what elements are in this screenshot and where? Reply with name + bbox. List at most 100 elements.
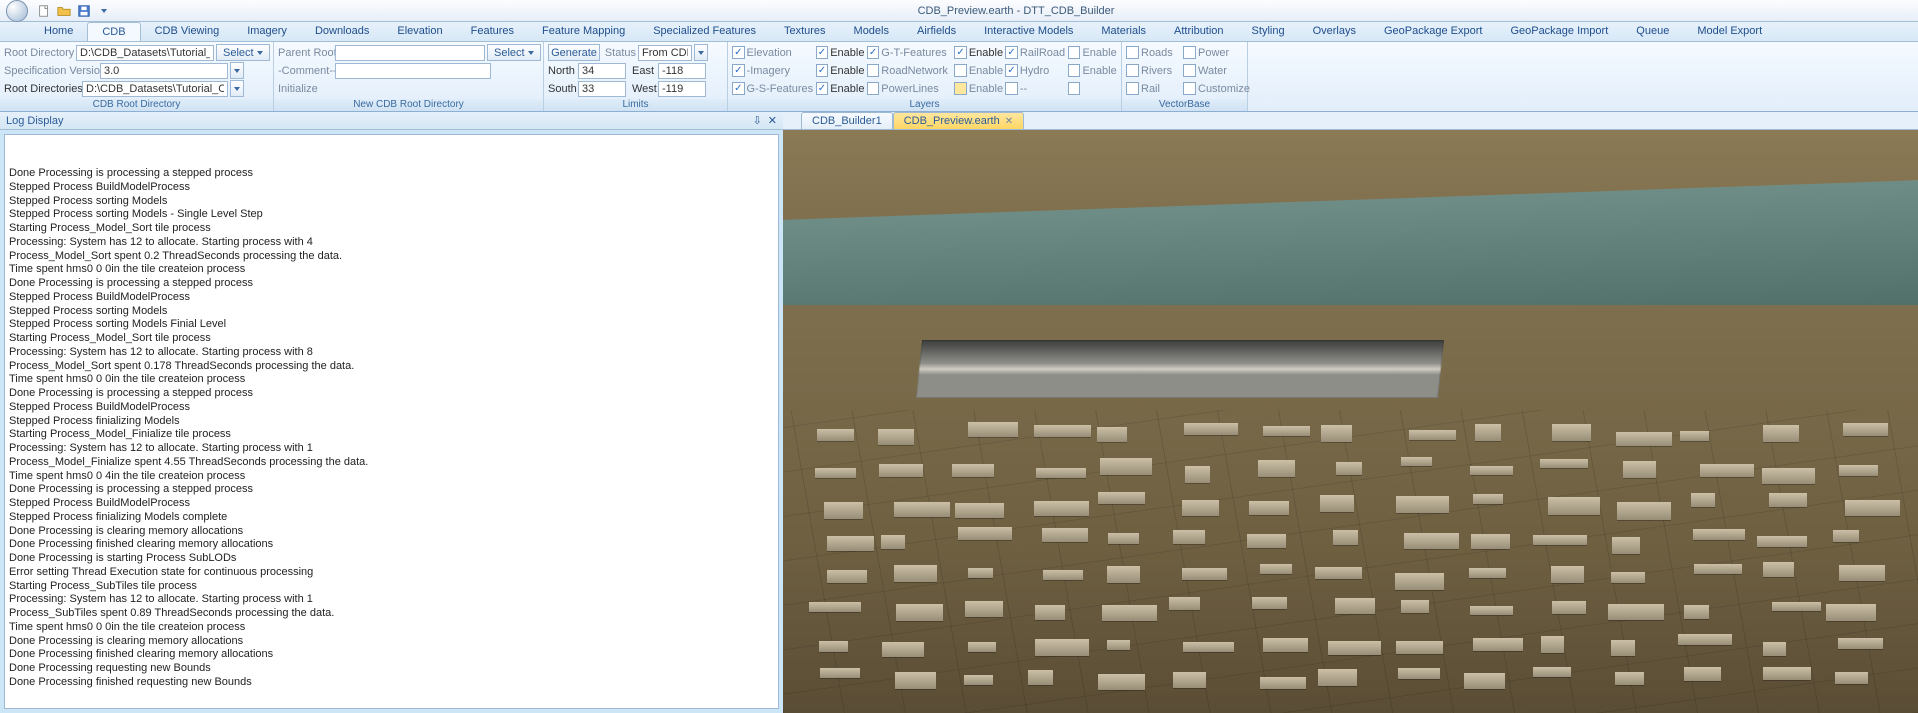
enable-checkbox[interactable] <box>816 82 829 95</box>
enable-checkbox[interactable] <box>816 46 829 59</box>
ribbon-tab-features[interactable]: Features <box>457 22 528 41</box>
west-label: West <box>632 83 656 95</box>
title-bar: CDB_Preview.earth - DTT_CDB_Builder <box>0 0 1918 22</box>
ribbon-tab-home[interactable]: Home <box>30 22 87 41</box>
save-icon[interactable] <box>76 3 92 19</box>
ribbon-tab-styling[interactable]: Styling <box>1238 22 1299 41</box>
layer-checkbox[interactable] <box>732 64 745 77</box>
group-label: CDB Root Directory <box>0 99 273 111</box>
root-directory-input[interactable] <box>76 45 214 61</box>
group-layers: ElevationEnableG-T-FeaturesEnableRailRoa… <box>728 42 1122 111</box>
open-folder-icon[interactable] <box>56 3 72 19</box>
layer-checkbox[interactable] <box>732 82 745 95</box>
initialize-label[interactable]: Initialize <box>278 83 318 95</box>
group-label: New CDB Root Directory <box>274 99 543 111</box>
close-icon[interactable]: ✕ <box>1005 116 1013 127</box>
ribbon-tab-model-export[interactable]: Model Export <box>1683 22 1776 41</box>
doc-tab[interactable]: CDB_Preview.earth✕ <box>893 112 1024 129</box>
chevron-down-icon <box>234 87 240 91</box>
parent-select-button[interactable]: Select <box>487 44 541 61</box>
new-file-icon[interactable] <box>36 3 52 19</box>
ribbon: Root Directory Select Specification Vers… <box>0 42 1918 112</box>
enable-checkbox[interactable] <box>1068 46 1081 59</box>
layer-checkbox[interactable] <box>1005 46 1018 59</box>
layer-checkbox[interactable] <box>867 46 880 59</box>
layer-label: RoadNetwork <box>881 65 952 77</box>
ribbon-tab-materials[interactable]: Materials <box>1087 22 1160 41</box>
enable-label: Enable <box>830 83 865 95</box>
layer-checkbox[interactable] <box>1005 82 1018 95</box>
ribbon-tab-models[interactable]: Models <box>840 22 903 41</box>
vbase-checkbox[interactable] <box>1126 46 1139 59</box>
ribbon-tab-interactive-models[interactable]: Interactive Models <box>970 22 1087 41</box>
parent-root-label: Parent Root <box>278 47 333 59</box>
group-limits: Generate Status North East South West Li… <box>544 42 728 111</box>
ribbon-tab-specialized-features[interactable]: Specialized Features <box>639 22 770 41</box>
generate-button[interactable]: Generate <box>548 44 600 61</box>
chevron-down-icon <box>698 51 704 55</box>
log-panel-title: Log Display <box>6 115 63 127</box>
vbase-checkbox[interactable] <box>1183 46 1196 59</box>
ribbon-tab-elevation[interactable]: Elevation <box>383 22 456 41</box>
vbase-checkbox[interactable] <box>1126 82 1139 95</box>
north-input[interactable] <box>578 63 626 79</box>
qat-dropdown-icon[interactable] <box>96 3 112 19</box>
vbase-checkbox[interactable] <box>1183 64 1196 77</box>
layer-checkbox[interactable] <box>1005 64 1018 77</box>
south-input[interactable] <box>578 81 626 97</box>
enable-checkbox[interactable] <box>1068 64 1081 77</box>
enable-checkbox[interactable] <box>954 46 967 59</box>
ribbon-tab-downloads[interactable]: Downloads <box>301 22 383 41</box>
spec-version-dropdown[interactable] <box>230 62 244 79</box>
ribbon-tab-feature-mapping[interactable]: Feature Mapping <box>528 22 639 41</box>
comment-input[interactable] <box>335 63 491 79</box>
vbase-checkbox[interactable] <box>1183 82 1196 95</box>
vbase-label: Customize <box>1198 83 1238 95</box>
layer-label: Hydro <box>1020 65 1066 77</box>
root-select-button[interactable]: Select <box>216 44 270 61</box>
ribbon-tab-cdb-viewing[interactable]: CDB Viewing <box>141 22 234 41</box>
status-dropdown[interactable] <box>694 44 708 61</box>
layer-checkbox[interactable] <box>867 82 880 95</box>
3d-viewport[interactable] <box>783 130 1918 713</box>
layer-checkbox[interactable] <box>732 46 745 59</box>
app-icon[interactable] <box>6 0 28 22</box>
group-label: Layers <box>728 99 1121 111</box>
west-input[interactable] <box>658 81 706 97</box>
ribbon-tab-imagery[interactable]: Imagery <box>233 22 301 41</box>
ribbon-tab-textures[interactable]: Textures <box>770 22 840 41</box>
ribbon-tab-cdb[interactable]: CDB <box>87 22 140 41</box>
east-input[interactable] <box>658 63 706 79</box>
ribbon-tab-queue[interactable]: Queue <box>1622 22 1683 41</box>
layer-checkbox[interactable] <box>867 64 880 77</box>
status-input[interactable] <box>638 45 692 61</box>
enable-checkbox[interactable] <box>954 64 967 77</box>
panel-pin-icon[interactable]: ⇩ <box>753 114 762 127</box>
doc-tab[interactable]: CDB_Builder1 <box>801 112 893 129</box>
enable-checkbox[interactable] <box>954 82 967 95</box>
ribbon-tab-geopackage-export[interactable]: GeoPackage Export <box>1370 22 1496 41</box>
enable-label: Enable <box>969 83 1004 95</box>
ribbon-tab-overlays[interactable]: Overlays <box>1299 22 1370 41</box>
ribbon-tabstrip: HomeCDBCDB ViewingImageryDownloadsElevat… <box>0 22 1918 42</box>
parent-root-input[interactable] <box>335 45 485 61</box>
right-pane: CDB_Builder1CDB_Preview.earth✕ <box>783 112 1918 713</box>
root-directories-input[interactable] <box>82 81 228 97</box>
enable-checkbox[interactable] <box>1068 82 1081 95</box>
enable-label: Enable <box>1082 47 1117 59</box>
south-label: South <box>548 83 576 95</box>
panel-close-icon[interactable]: ✕ <box>768 114 777 127</box>
building-model <box>916 340 1444 398</box>
root-directory-label: Root Directory <box>4 47 74 59</box>
ribbon-tab-attribution[interactable]: Attribution <box>1160 22 1238 41</box>
root-directories-dropdown[interactable] <box>230 80 244 97</box>
enable-checkbox[interactable] <box>816 64 829 77</box>
ribbon-tab-geopackage-import[interactable]: GeoPackage Import <box>1496 22 1622 41</box>
spec-version-input[interactable] <box>100 63 228 79</box>
vbase-label: Power <box>1198 47 1238 59</box>
log-panel-header: Log Display ⇩ ✕ <box>0 112 783 130</box>
ribbon-tab-airfields[interactable]: Airfields <box>903 22 970 41</box>
enable-label: Enable <box>1082 65 1117 77</box>
vbase-checkbox[interactable] <box>1126 64 1139 77</box>
group-label: VectorBase <box>1122 99 1247 111</box>
